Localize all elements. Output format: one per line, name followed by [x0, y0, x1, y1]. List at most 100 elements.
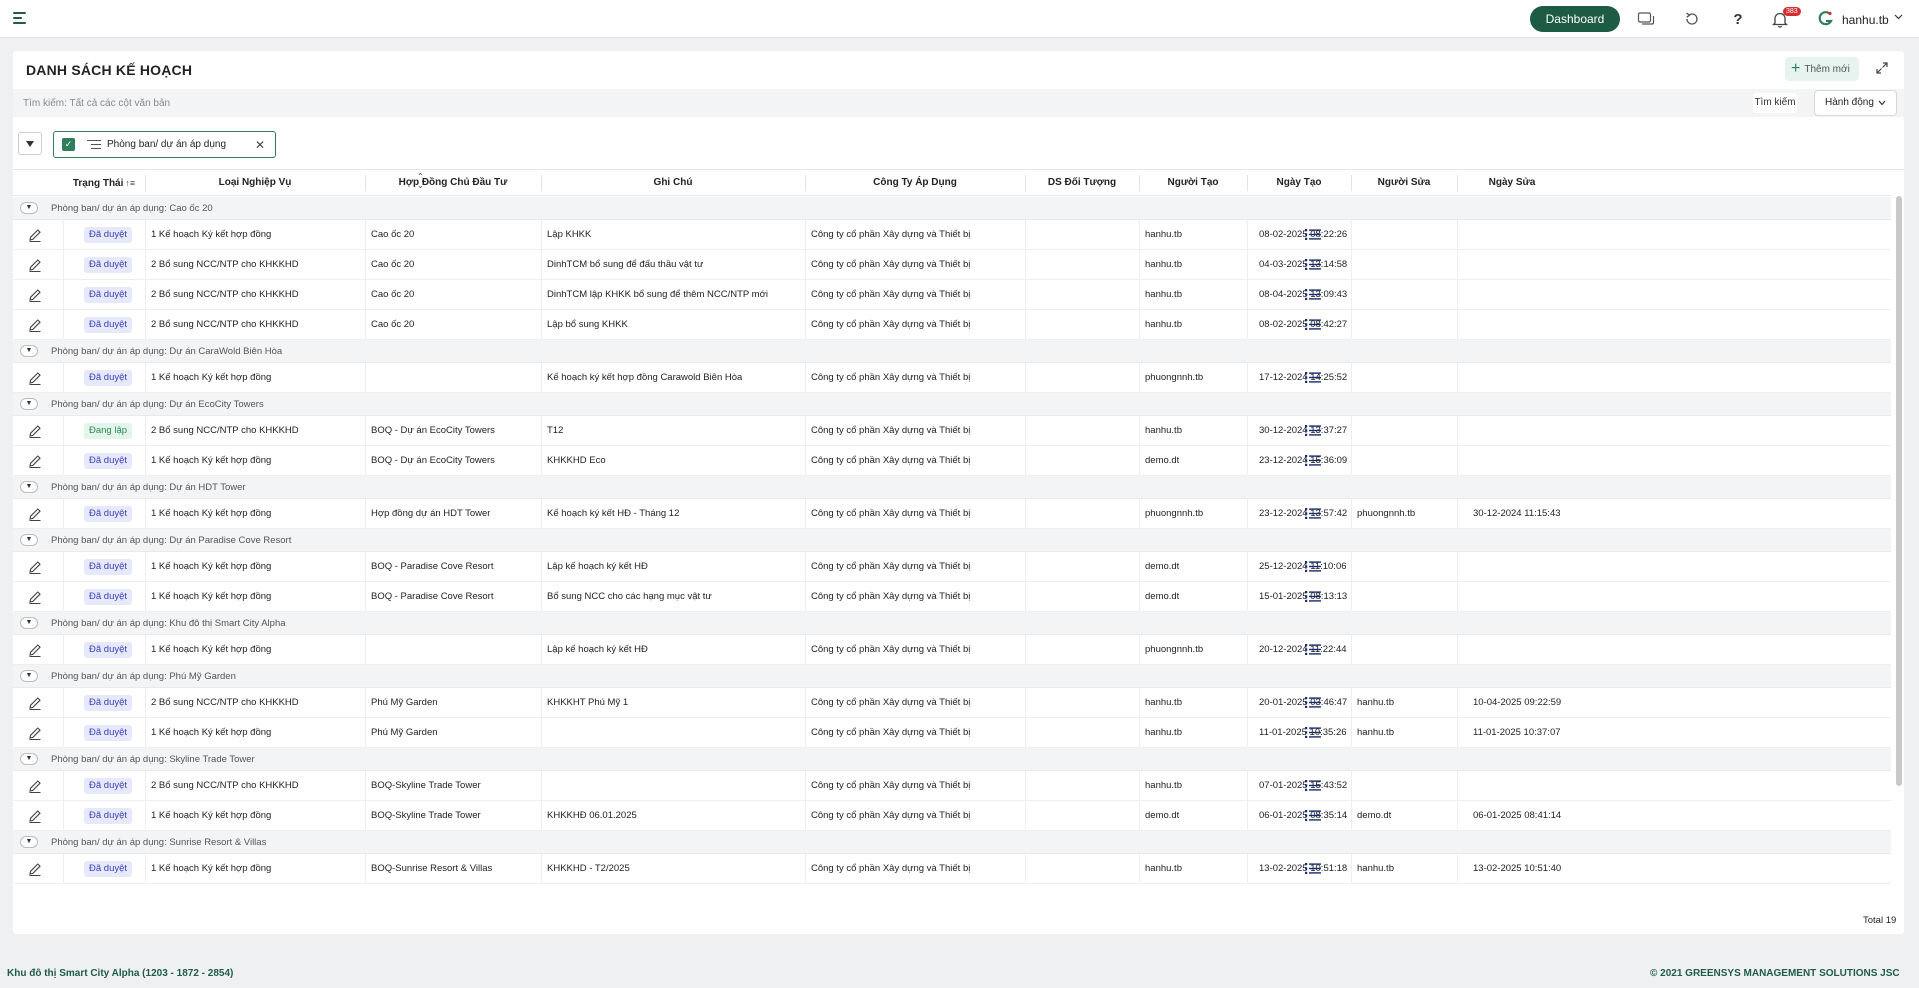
- object-list-icon[interactable]: [1305, 424, 1321, 437]
- edit-icon[interactable]: [27, 695, 43, 711]
- search-button[interactable]: Tìm kiếm: [1753, 93, 1797, 113]
- table-row[interactable]: Đã duyệt 1 Kế hoạch Ký kết hợp đồng Lập kế…: [13, 635, 1891, 665]
- table-row[interactable]: Đã duyệt 1 Kế hoạch Ký kết hợp đồng BOQ-Sk…: [13, 801, 1891, 831]
- cell-note: Kế hoạch ký kết HĐ - Tháng 12: [547, 508, 680, 519]
- edit-icon[interactable]: [27, 778, 43, 794]
- edit-icon[interactable]: [27, 559, 43, 575]
- chevron-down-icon[interactable]: [1894, 12, 1903, 23]
- dashboard-button[interactable]: Dashboard: [1530, 6, 1620, 32]
- table-row[interactable]: Đã duyệt 2 Bổ sung NCC/NTP cho KHKKHD Cao …: [13, 310, 1891, 340]
- collapse-caret-icon[interactable]: ▼: [20, 836, 38, 848]
- table-row[interactable]: Đã duyệt 1 Kế hoạch Ký kết hợp đồng Phú Mỹ…: [13, 718, 1891, 748]
- edit-icon[interactable]: [27, 861, 43, 877]
- column-header-creator[interactable]: Người Tạo: [1139, 170, 1247, 196]
- group-row[interactable]: ▼ Phòng ban/ dự án áp dụng: Khu đô thị Sm…: [13, 612, 1891, 635]
- object-list-icon[interactable]: [1305, 371, 1321, 384]
- collapse-caret-icon[interactable]: ▼: [20, 670, 38, 682]
- edit-icon[interactable]: [27, 287, 43, 303]
- column-header-type[interactable]: Loại Nghiệp Vụ: [145, 170, 365, 196]
- edit-icon[interactable]: [27, 589, 43, 605]
- group-row[interactable]: ▼ Phòng ban/ dự án áp dụng: Dự án EcoCity…: [13, 393, 1891, 416]
- edit-icon[interactable]: [27, 257, 43, 273]
- column-header-editor[interactable]: Người Sửa: [1351, 170, 1457, 196]
- object-list-icon[interactable]: [1305, 696, 1321, 709]
- edit-icon[interactable]: [27, 506, 43, 522]
- object-list-icon[interactable]: [1305, 454, 1321, 467]
- cell-editor: phuongnnh.tb: [1357, 508, 1416, 519]
- table-row[interactable]: Đã duyệt 1 Kế hoạch Ký kết hợp đồng Hợp đồ…: [13, 499, 1891, 529]
- edit-icon[interactable]: [27, 725, 43, 741]
- edit-icon[interactable]: [27, 642, 43, 658]
- collapse-caret-icon[interactable]: ▼: [20, 481, 38, 493]
- fullscreen-icon[interactable]: [1875, 61, 1889, 75]
- footer-project[interactable]: Khu đô thị Smart City Alpha (1203 - 1872…: [7, 968, 233, 979]
- group-row[interactable]: ▼ Phòng ban/ dự án áp dụng: Dự án Paradis…: [13, 529, 1891, 552]
- column-header-contract[interactable]: Hợp Đồng Chủ Đầu Tư: [365, 170, 541, 196]
- add-new-label: Thêm mới: [1804, 63, 1850, 75]
- object-list-icon[interactable]: [1305, 228, 1321, 241]
- column-header-company[interactable]: Công Ty Áp Dụng: [805, 170, 1025, 196]
- table-row[interactable]: Đã duyệt 2 Bổ sung NCC/NTP cho KHKKHD Phú …: [13, 688, 1891, 718]
- collapse-caret-icon[interactable]: ▼: [20, 534, 38, 546]
- object-list-icon[interactable]: [1305, 809, 1321, 822]
- status-badge: Đã duyệt: [84, 808, 133, 824]
- table-row[interactable]: Đã duyệt 2 Bổ sung NCC/NTP cho KHKKHD Cao …: [13, 250, 1891, 280]
- object-list-icon[interactable]: [1305, 507, 1321, 520]
- group-toggle-button[interactable]: [18, 132, 42, 155]
- table-row[interactable]: Đã duyệt 1 Kế hoạch Ký kết hợp đồng BOQ - …: [13, 552, 1891, 582]
- object-list-icon[interactable]: [1305, 590, 1321, 603]
- checkbox-checked-icon[interactable]: ✓: [62, 138, 75, 151]
- object-list-icon[interactable]: [1305, 318, 1321, 331]
- refresh-icon[interactable]: [1682, 9, 1702, 29]
- collapse-caret-icon[interactable]: ▼: [20, 202, 38, 214]
- chat-icon[interactable]: [1636, 9, 1656, 29]
- vertical-scrollbar[interactable]: [1896, 196, 1902, 786]
- action-dropdown[interactable]: Hành động: [1814, 90, 1897, 116]
- table-row[interactable]: Đã duyệt 1 Kế hoạch Ký kết hợp đồng Kế hoạ…: [13, 363, 1891, 393]
- object-list-icon[interactable]: [1305, 288, 1321, 301]
- object-list-icon[interactable]: [1305, 862, 1321, 875]
- group-row[interactable]: ▼ Phòng ban/ dự án áp dụng: Cao ốc 20: [13, 197, 1891, 220]
- object-list-icon[interactable]: [1305, 726, 1321, 739]
- edit-icon[interactable]: [27, 317, 43, 333]
- edit-icon[interactable]: [27, 423, 43, 439]
- column-header-created[interactable]: Ngày Tạo: [1247, 170, 1351, 196]
- table-body: ▼ Phòng ban/ dự án áp dụng: Cao ốc 20 Đã d…: [13, 197, 1891, 884]
- search-input[interactable]: [23, 93, 1023, 113]
- object-list-icon[interactable]: [1305, 258, 1321, 271]
- edit-icon[interactable]: [27, 227, 43, 243]
- collapse-caret-icon[interactable]: ▼: [20, 398, 38, 410]
- group-row[interactable]: ▼ Phòng ban/ dự án áp dụng: Phú Mỹ Garden: [13, 665, 1891, 688]
- edit-icon[interactable]: [27, 808, 43, 824]
- object-list-icon[interactable]: [1305, 643, 1321, 656]
- edit-icon[interactable]: [27, 370, 43, 386]
- column-header-objects[interactable]: DS Đối Tượng: [1025, 170, 1139, 196]
- table-row[interactable]: Đã duyệt 1 Kế hoạch Ký kết hợp đồng BOQ - …: [13, 446, 1891, 476]
- collapse-caret-icon[interactable]: ▼: [20, 345, 38, 357]
- column-header-edited[interactable]: Ngày Sửa: [1457, 170, 1567, 196]
- column-header-note[interactable]: Ghi Chú: [541, 170, 805, 196]
- group-row[interactable]: ▼ Phòng ban/ dự án áp dụng: Dự án HDT Tow…: [13, 476, 1891, 499]
- table-row[interactable]: Đã duyệt 1 Kế hoạch Ký kết hợp đồng BOQ - …: [13, 582, 1891, 612]
- menu-icon[interactable]: [13, 12, 28, 24]
- table-row[interactable]: Đang lập 2 Bổ sung NCC/NTP cho KHKKHD BOQ …: [13, 416, 1891, 446]
- object-list-icon[interactable]: [1305, 779, 1321, 792]
- group-row[interactable]: ▼ Phòng ban/ dự án áp dụng: Skyline Trade…: [13, 748, 1891, 771]
- close-icon[interactable]: ✕: [255, 138, 265, 152]
- table-row[interactable]: Đã duyệt 2 Bổ sung NCC/NTP cho KHKKHD BOQ-…: [13, 771, 1891, 801]
- group-by-chip[interactable]: ✓ Phòng ban/ dự án áp dụng ✕: [53, 131, 276, 158]
- collapse-caret-icon[interactable]: ▼: [20, 753, 38, 765]
- column-header-status[interactable]: Trạng Thái ↑≡: [63, 170, 145, 196]
- add-new-button[interactable]: + Thêm mới: [1785, 57, 1859, 81]
- group-row[interactable]: ▼ Phòng ban/ dự án áp dụng: Dự án CaraWol…: [13, 340, 1891, 363]
- edit-icon[interactable]: [27, 453, 43, 469]
- table-row[interactable]: Đã duyệt 2 Bổ sung NCC/NTP cho KHKKHD Cao …: [13, 280, 1891, 310]
- group-row[interactable]: ▼ Phòng ban/ dự án áp dụng: Sunrise Resor…: [13, 831, 1891, 854]
- collapse-caret-icon[interactable]: ▼: [20, 617, 38, 629]
- object-list-icon[interactable]: [1305, 560, 1321, 573]
- table-row[interactable]: Đã duyệt 1 Kế hoạch Ký kết hợp đồng BOQ-Su…: [13, 854, 1891, 884]
- table-row[interactable]: Đã duyệt 1 Kế hoạch Ký kết hợp đồng Cao ốc…: [13, 220, 1891, 250]
- username[interactable]: hanhu.tb: [1842, 13, 1889, 27]
- sort-asc-icon[interactable]: ↑≡: [125, 170, 135, 196]
- help-icon[interactable]: ?: [1728, 9, 1748, 29]
